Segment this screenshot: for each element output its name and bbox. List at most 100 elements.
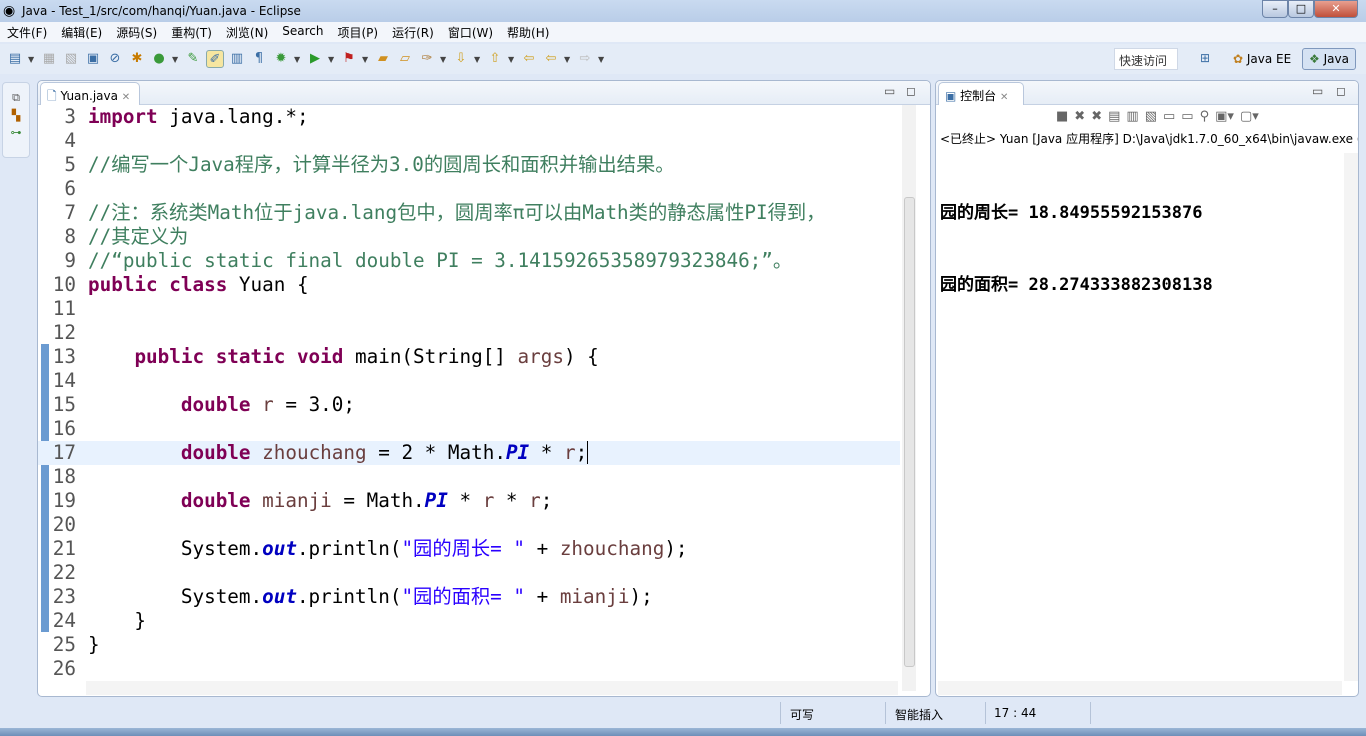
run-icon[interactable]: ▶ <box>306 50 324 68</box>
tab-yuan-java[interactable]: 🗋 Yuan.java ✕ <box>40 82 140 105</box>
package-explorer-icon[interactable]: ▚ <box>3 109 29 122</box>
chevron-down-icon[interactable]: ▼ <box>362 55 370 64</box>
menu-item[interactable]: 重构(T) <box>164 22 219 42</box>
code-line: 10 public class Yuan { <box>38 273 900 297</box>
terminal-icon[interactable]: ▣ <box>84 50 102 68</box>
menu-item[interactable]: 帮助(H) <box>500 22 556 42</box>
maximize-view-icon[interactable]: ◻ <box>1336 84 1346 98</box>
save-all-icon[interactable]: ▧ <box>62 50 80 68</box>
hierarchy-icon[interactable]: ⊶ <box>3 126 29 139</box>
code-token: double <box>180 489 251 512</box>
code-line: 14 <box>38 369 900 393</box>
next-annotation-icon[interactable]: ⇩ <box>452 50 470 68</box>
open-file-icon[interactable]: ▱ <box>396 50 414 68</box>
external-tools-icon[interactable]: ⚑ <box>340 50 358 68</box>
chevron-down-icon[interactable]: ▼ <box>328 55 336 64</box>
menu-item[interactable]: Search <box>275 22 330 42</box>
chevron-down-icon[interactable]: ▼ <box>508 55 516 64</box>
show-on-error-icon[interactable]: ▭ <box>1181 109 1193 124</box>
tab-console[interactable]: ▣ 控制台 ✕ <box>938 82 1024 105</box>
chevron-down-icon[interactable]: ▼ <box>440 55 448 64</box>
chevron-down-icon[interactable]: ▼ <box>294 55 302 64</box>
horizontal-scrollbar[interactable] <box>86 681 898 695</box>
horizontal-scrollbar[interactable] <box>938 681 1342 695</box>
perspective-java[interactable]: ❖ Java <box>1302 48 1356 70</box>
minimize-view-icon[interactable]: ▭ <box>1312 84 1323 98</box>
os-taskbar <box>0 728 1366 736</box>
code-text: //“public static final double PI = 3.141… <box>88 249 792 273</box>
clear-console-icon[interactable]: ▤ <box>1108 109 1120 124</box>
minimize-view-icon[interactable]: ▭ <box>884 84 895 98</box>
block-selection-icon[interactable]: ▥ <box>228 50 246 68</box>
skip-breakpoints-icon[interactable]: ⊘ <box>106 50 124 68</box>
word-wrap-icon[interactable]: ▧ <box>1145 109 1157 124</box>
minimize-button[interactable]: – <box>1262 0 1288 18</box>
code-token: PI <box>424 489 448 512</box>
remove-launch-icon[interactable]: ✖ <box>1074 109 1085 124</box>
new-icon[interactable]: ▤ <box>6 50 24 68</box>
chevron-down-icon[interactable]: ▼ <box>172 55 180 64</box>
code-token: //其定义为 <box>88 225 189 248</box>
chevron-down-icon[interactable]: ▼ <box>474 55 482 64</box>
code-token: public static void <box>134 345 344 368</box>
line-number: 20 <box>52 513 76 536</box>
remove-all-icon[interactable]: ✖ <box>1091 109 1102 124</box>
new-package-icon[interactable]: ✱ <box>128 50 146 68</box>
display-console-icon[interactable]: ▣▾ <box>1215 109 1234 124</box>
mark-occurrences-icon[interactable]: ✐ <box>206 50 224 68</box>
chevron-down-icon[interactable]: ▼ <box>598 55 606 64</box>
code-token: = 3.0; <box>273 393 356 416</box>
quick-access-input[interactable]: 快速访问 <box>1114 48 1178 70</box>
chevron-down-icon[interactable]: ▼ <box>564 55 572 64</box>
code-area[interactable]: 3 import java.lang.*; 4 5 //编写一个Java程序，计算半径为… <box>38 105 900 681</box>
debug-icon[interactable]: ✹ <box>272 50 290 68</box>
close-tab-icon[interactable]: ✕ <box>122 92 130 103</box>
code-token: } <box>88 633 100 656</box>
prev-annotation-icon[interactable]: ⇧ <box>486 50 504 68</box>
new-class-icon[interactable]: ● <box>150 50 168 68</box>
scroll-lock-icon[interactable]: ▥ <box>1126 109 1138 124</box>
status-writable: 可写 <box>790 708 815 722</box>
chevron-down-icon[interactable]: ▼ <box>28 55 36 64</box>
open-type-icon[interactable]: ✎ <box>184 50 202 68</box>
menu-item[interactable]: 源码(S) <box>109 22 164 42</box>
maximize-view-icon[interactable]: ◻ <box>906 84 916 98</box>
menu-item[interactable]: 编辑(E) <box>54 22 109 42</box>
perspective-java-ee[interactable]: ✿ Java EE <box>1226 48 1298 70</box>
restore-icon[interactable]: ⧉ <box>3 91 29 105</box>
console-output-line: 园的周长= 18.84955592153876 <box>940 203 1203 223</box>
maximize-button[interactable]: □ <box>1288 0 1314 18</box>
show-whitespace-icon[interactable]: ¶ <box>250 50 268 68</box>
close-tab-icon[interactable]: ✕ <box>1000 92 1008 103</box>
code-token: "园的周长= " <box>401 537 525 560</box>
java-file-icon: 🗋 <box>47 89 57 103</box>
menu-item[interactable]: 浏览(N) <box>219 22 275 42</box>
show-on-output-icon[interactable]: ▭ <box>1163 109 1175 124</box>
back-icon[interactable]: ⇦ <box>542 50 560 68</box>
vertical-scrollbar[interactable] <box>1344 153 1358 681</box>
line-number: 21 <box>52 537 76 560</box>
open-console-icon[interactable]: ▢▾ <box>1240 109 1259 124</box>
menu-item[interactable]: 项目(P) <box>331 22 386 42</box>
pin-console-icon[interactable]: ⚲ <box>1200 109 1210 124</box>
menu-item[interactable]: 窗口(W) <box>441 22 500 42</box>
menu-item[interactable]: 文件(F) <box>0 22 54 42</box>
console-output[interactable]: 园的周长= 18.84955592153876 园的面积= 28.2743338… <box>940 153 1213 345</box>
forward-icon[interactable]: ⇨ <box>576 50 594 68</box>
scrollbar-thumb[interactable] <box>904 197 915 667</box>
code-token: * <box>529 441 564 464</box>
save-icon[interactable]: ▦ <box>40 50 58 68</box>
menu-item[interactable]: 运行(R) <box>385 22 441 42</box>
open-folder-icon[interactable]: ▰ <box>374 50 392 68</box>
last-edit-icon[interactable]: ⇦ <box>520 50 538 68</box>
terminate-icon[interactable]: ■ <box>1056 109 1068 124</box>
code-line: 11 <box>38 297 900 321</box>
code-token: ); <box>629 585 653 608</box>
open-perspective-icon[interactable]: ⊞ <box>1200 51 1210 65</box>
line-number: 6 <box>64 177 76 200</box>
close-button[interactable]: ✕ <box>1314 0 1358 18</box>
search-icon[interactable]: ✑ <box>418 50 436 68</box>
